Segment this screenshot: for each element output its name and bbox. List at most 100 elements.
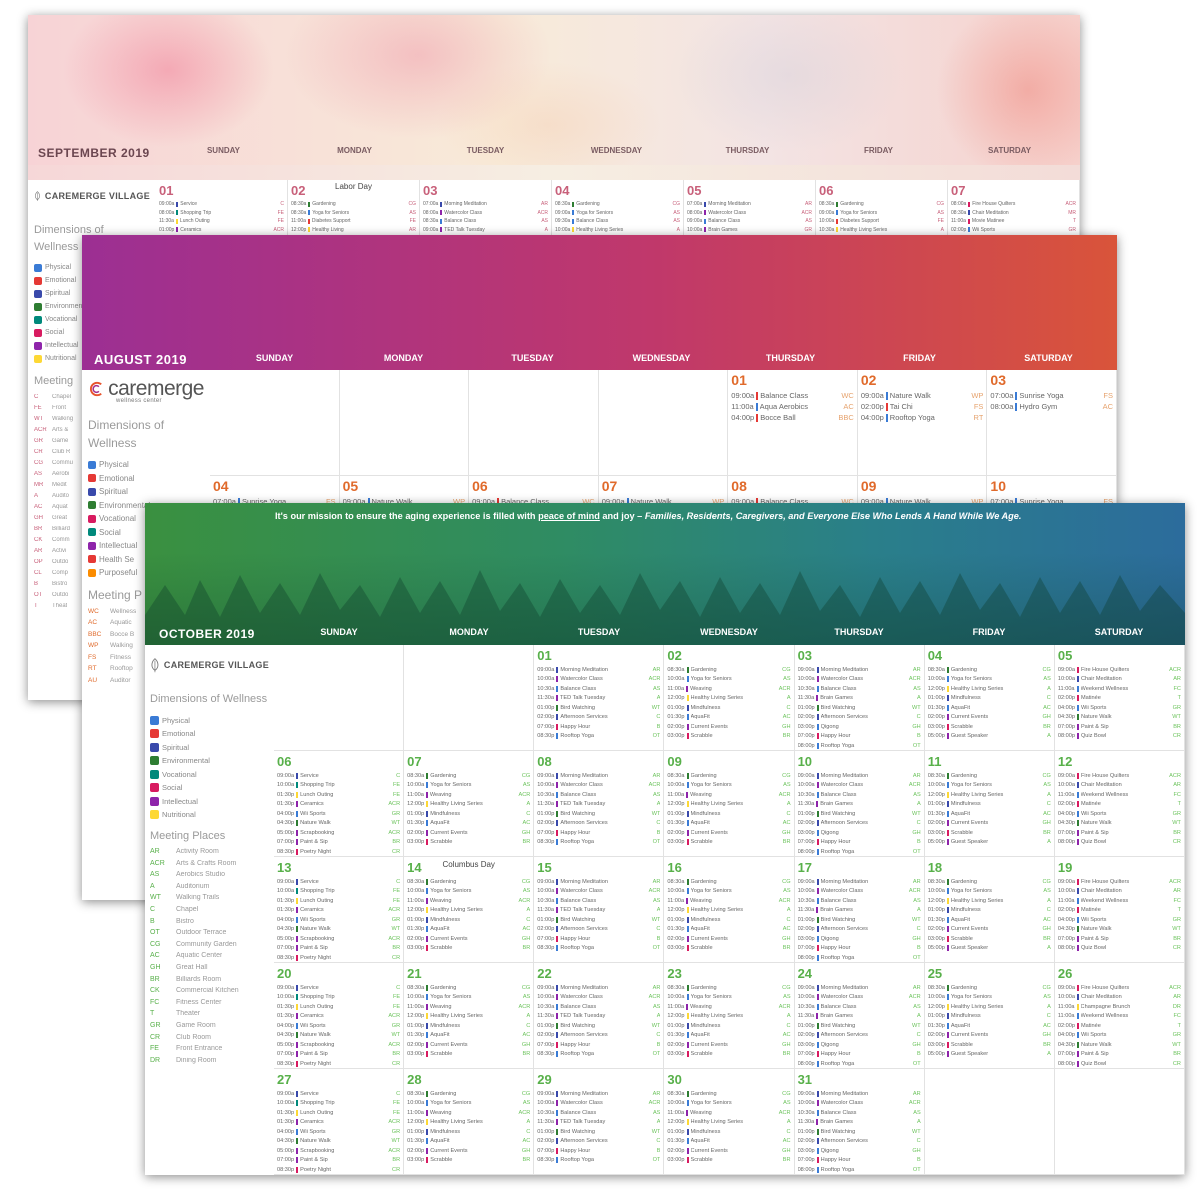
event-time: 09:00a [819,209,835,216]
event-row: 01:30p Ceramics ACR [277,906,400,916]
event-row: 08:00a Watercolor Class ACR [687,209,812,218]
event-row: 08:30a Gardening CG [928,665,1051,675]
event-time: 01:30p [667,1138,685,1145]
event-name: Happy Hour [560,1147,591,1154]
event-time: 02:00p [1057,801,1075,808]
event-time: 04:00p [277,810,295,817]
event-row: 11:30a Brain Games A [798,800,921,810]
event-location-code: BR [522,1051,531,1058]
dimension-color-bar [1076,1032,1079,1039]
event-name: Champagne Brunch [1080,1003,1131,1010]
dimension-color-bar [946,791,949,798]
event-time: 11:00a [667,685,685,692]
dimension-color-bar [816,897,819,904]
event-row: 09:00a Morning Meditation AR [798,1089,921,1099]
dimension-item: Spiritual [88,485,204,499]
event-time: 11:30a [537,1119,554,1126]
event-time: 04:30p [1057,926,1075,933]
dimension-color-bar [946,907,949,914]
event-row: 05:00p Guest Speaker A [928,732,1051,742]
dimension-color-bar [1076,685,1079,692]
meeting-place-item: DR Dining Room [150,1057,269,1069]
dimension-color-bar [296,1109,299,1116]
dimension-color-bar [686,1032,689,1039]
day-cell: 02 09:00a Nature Walk WP 02:00p Tai Chi FS 04:0… [857,370,988,476]
event-time: 03:00p [927,829,945,836]
event-location-code: GR [1068,226,1077,233]
event-row: 02:00p Tai Chi FS [861,401,984,412]
meeting-place-name: Outdoor Terrace [176,929,227,937]
event-name: Healthy Living Series [430,1119,483,1126]
event-name: Scrapbooking [300,1147,335,1154]
event-row: 02:00p Current Events GH [407,934,530,944]
event-row: 10:00a Yoga for Seniors AS [928,887,1051,897]
event-location-code: CG [521,772,531,779]
event-location-code: WT [1172,714,1181,721]
day-name-monday: MONDAY [383,353,424,363]
event-time: 02:00p [797,1032,815,1039]
dimension-color-bar [1076,1022,1079,1029]
brain-icon [88,541,96,550]
event-row: 02:00p Current Events GH [667,722,791,732]
event-time: 05:00p [277,935,295,942]
event-row: 10:00a Yoga for Seniors AS [667,675,791,685]
dimension-color-bar [686,1090,689,1097]
dimension-color-bar [296,1022,299,1029]
dimension-color-bar [946,810,949,817]
event-row: 07:00p Happy Hour B [798,944,921,954]
meeting-place-code: A [150,882,155,890]
event-row: 02:00p Current Events GH [667,828,791,838]
dimension-color-bar [426,984,429,991]
day-name-wednesday: WEDNESDAY [590,146,643,155]
event-location-code: WC [841,391,854,400]
dimension-color-bar [946,935,949,942]
event-time: 12:00p [667,907,685,914]
event-name: Paint & Sip [300,945,328,952]
dimension-color-bar [1076,926,1079,933]
event-time: 10:00a [927,782,945,789]
event-name: Mindfulness [950,695,981,702]
event-name: Service [180,201,197,208]
event-row: 03:00p Scrabble BR [928,722,1051,732]
event-name: Gardening [430,984,457,991]
event-row: 08:30a Yoga for Seniors AS [291,209,416,218]
apple-icon [34,354,42,363]
event-name: Hydro Gym [1019,402,1058,411]
event-row: 11:00a Weaving ACR [407,1002,530,1012]
dimension-color-bar [296,1032,299,1039]
event-row: 08:30a Gardening CG [667,771,791,781]
event-row: 09:00a Morning Meditation AR [537,665,660,675]
event-location-code: B [916,1157,921,1164]
event-time: 02:00p [927,714,945,721]
event-name: Yoga for Seniors [950,888,992,895]
event-location-code: CG [521,878,531,885]
event-time: 10:00a [927,994,945,1001]
event-location-code: AR [912,666,921,673]
dimension-color-bar [816,1157,819,1164]
event-name: Healthy Living Series [430,907,483,914]
event-name: Gardening [950,666,977,673]
event-row: 09:00a Morning Meditation AR [537,983,660,993]
dimension-color-bar [946,888,949,895]
event-name: Matinée [1080,695,1101,702]
event-time: 02:00p [797,1138,815,1145]
event-name: Mindfulness [430,1022,461,1029]
event-name: Yoga for Seniors [430,782,472,789]
event-name: Scrabble [690,945,713,952]
meeting-place-name: Game Room [176,1021,216,1029]
event-time: 10:00a [407,782,425,789]
event-row: 04:00p Wii Sports GR [277,915,400,925]
event-location-code: ACR [388,829,401,836]
event-time: 09:00a [1057,984,1075,991]
event-name: Chair Meditation [1080,782,1122,789]
event-row: 11:30a Brain Games A [798,1118,921,1128]
event-location-code: AS [783,782,791,789]
dimension-color-bar [946,984,949,991]
event-time: 10:30a [537,1109,555,1116]
event-row: 10:00a Diabetes Support FE [819,217,944,226]
event-name: Mindfulness [430,810,461,817]
event-name: AquaFit [690,820,710,827]
event-row: 02:00p Current Events GH [667,934,791,944]
event-row: 12:00p Healthy Living Series A [407,1012,530,1022]
event-time: 05:00p [927,733,945,740]
